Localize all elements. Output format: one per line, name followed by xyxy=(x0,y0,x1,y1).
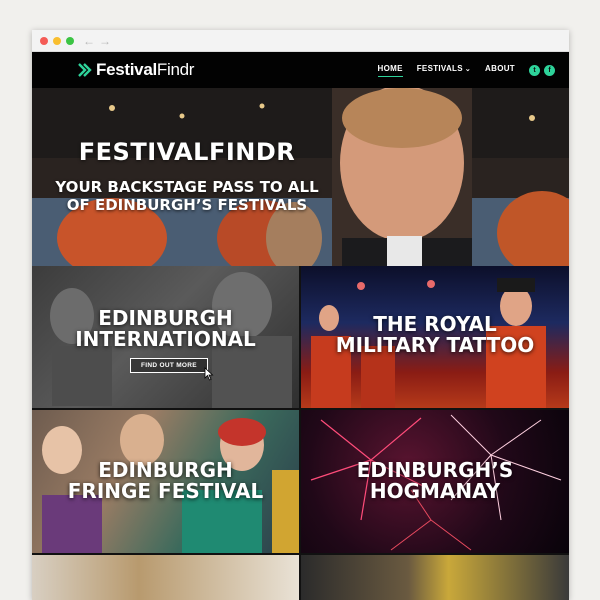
tile-title-line2: FRINGE FESTIVAL xyxy=(67,479,264,503)
close-window-dot[interactable] xyxy=(40,36,48,45)
facebook-icon[interactable]: f xyxy=(544,64,555,76)
forward-arrow-icon[interactable]: → xyxy=(99,35,111,47)
tile-next-left[interactable] xyxy=(32,555,299,600)
tile-title: THE ROYAL MILITARY TATTOO xyxy=(301,314,569,356)
tile-photo xyxy=(32,555,299,600)
page-viewport: Festival Findr HOME FESTIVALS ⌄ ABOUT t f xyxy=(32,52,569,600)
tile-fringe-festival[interactable]: EDINBURGH FRINGE FESTIVAL xyxy=(32,410,299,553)
tile-royal-military-tattoo[interactable]: THE ROYAL MILITARY TATTOO xyxy=(301,266,569,408)
tile-hogmanay[interactable]: EDINBURGH’S HOGMANAY xyxy=(301,410,569,553)
browser-toolbar: ← → xyxy=(32,30,569,52)
site-header: Festival Findr HOME FESTIVALS ⌄ ABOUT t f xyxy=(32,52,569,88)
twitter-icon[interactable]: t xyxy=(529,64,540,76)
tile-title: EDINBURGH INTERNATIONAL xyxy=(32,308,299,350)
minimize-window-dot[interactable] xyxy=(53,36,61,45)
tile-title-line1: EDINBURGH xyxy=(98,306,233,330)
tile-photo xyxy=(301,555,569,600)
nav-item-festivals[interactable]: FESTIVALS ⌄ xyxy=(417,64,471,76)
back-arrow-icon[interactable]: ← xyxy=(83,35,95,47)
tile-next-right[interactable] xyxy=(301,555,569,600)
hero-photo xyxy=(32,88,569,266)
tile-title: EDINBURGH’S HOGMANAY xyxy=(301,460,569,502)
site-logo[interactable]: Festival Findr xyxy=(76,60,194,80)
tile-title-line2: MILITARY TATTOO xyxy=(335,333,535,357)
tile-edinburgh-international[interactable]: EDINBURGH INTERNATIONAL FIND OUT MORE xyxy=(32,266,299,408)
logo-text-bold: Festival xyxy=(96,60,157,79)
nav-item-about[interactable]: ABOUT xyxy=(485,64,515,76)
hero-title: FESTIVALFINDR xyxy=(78,138,296,166)
nav-item-festivals-label: FESTIVALS xyxy=(416,64,463,73)
chevron-down-icon: ⌄ xyxy=(464,66,472,73)
hero-subtitle-line2: OF EDINBURGH’S FESTIVALS xyxy=(66,196,308,214)
tile-title: EDINBURGH FRINGE FESTIVAL xyxy=(32,460,299,502)
hero-subtitle-line1: YOUR BACKSTAGE PASS TO ALL xyxy=(55,178,319,196)
logo-mark-icon xyxy=(78,63,92,77)
browser-window: ← → Festival Findr HOME FESTIVALS ⌄ ABOUT … xyxy=(32,30,569,600)
tile-title-line1: THE ROYAL xyxy=(373,312,497,336)
logo-text-light: Findr xyxy=(156,60,195,79)
main-nav: HOME FESTIVALS ⌄ ABOUT t f xyxy=(364,64,555,77)
festival-grid: EDINBURGH INTERNATIONAL FIND OUT MORE TH… xyxy=(32,266,569,600)
hero-subtitle: YOUR BACKSTAGE PASS TO ALL OF EDINBURGH’… xyxy=(32,178,342,214)
find-out-more-button[interactable]: FIND OUT MORE xyxy=(130,358,208,373)
nav-item-home[interactable]: HOME xyxy=(377,64,403,77)
maximize-window-dot[interactable] xyxy=(66,36,74,45)
mouse-cursor-icon xyxy=(204,367,214,381)
tile-title-line1: EDINBURGH’S xyxy=(356,458,514,482)
hero-banner: FESTIVALFINDR YOUR BACKSTAGE PASS TO ALL… xyxy=(32,88,569,266)
tile-title-line2: INTERNATIONAL xyxy=(75,327,256,351)
tile-title-line2: HOGMANAY xyxy=(369,479,501,503)
tile-title-line1: EDINBURGH xyxy=(98,458,233,482)
